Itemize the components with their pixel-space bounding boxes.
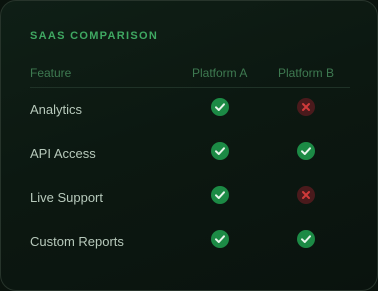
table-row: Live Support <box>30 176 350 220</box>
table-row: Analytics <box>30 88 350 132</box>
check-icon <box>211 142 229 160</box>
cross-icon <box>297 186 315 204</box>
check-icon <box>297 230 315 248</box>
check-icon <box>297 142 315 160</box>
comparison-card: SAAS COMPARISON Feature Platform A Platf… <box>0 0 378 291</box>
header-platform-a: Platform A <box>192 66 248 80</box>
header-platform-b: Platform B <box>278 66 335 80</box>
cross-icon <box>297 98 315 116</box>
feature-label: Custom Reports <box>30 234 124 249</box>
feature-label: Live Support <box>30 190 103 205</box>
table-row: Custom Reports <box>30 220 350 264</box>
feature-label: API Access <box>30 146 96 161</box>
check-icon <box>211 230 229 248</box>
feature-label: Analytics <box>30 102 83 117</box>
check-icon <box>211 186 229 204</box>
header-feature: Feature <box>30 66 72 80</box>
table-header: Feature Platform A Platform B <box>30 63 350 88</box>
table-row: API Access <box>30 132 350 176</box>
check-icon <box>211 98 229 116</box>
card-title: SAAS COMPARISON <box>30 30 159 42</box>
